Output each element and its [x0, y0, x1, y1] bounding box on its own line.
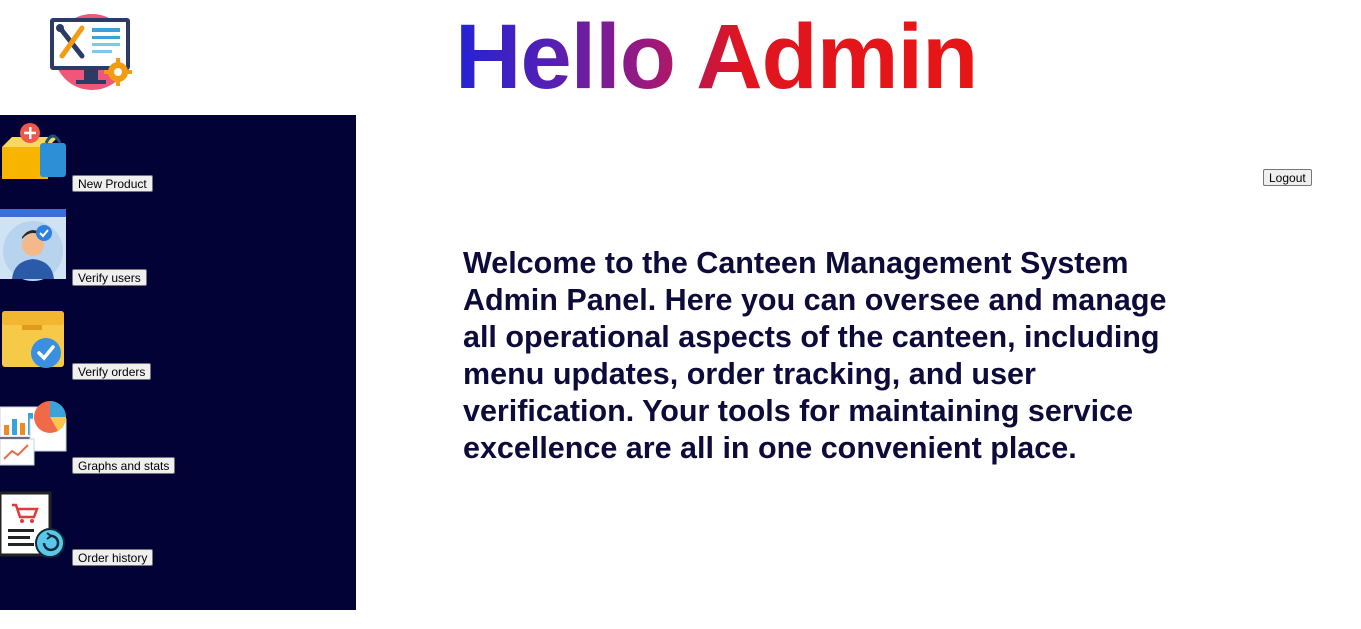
admin-tools-monitor-icon	[48, 12, 134, 92]
new-product-button[interactable]: New Product	[72, 175, 153, 192]
new-product-box-icon	[0, 121, 70, 193]
graphs-and-stats-button[interactable]: Graphs and stats	[72, 457, 176, 474]
graphs-stats-icon	[0, 399, 70, 471]
sidebar-item-graphs-stats: Graphs and stats	[0, 399, 356, 489]
verify-user-icon	[0, 209, 70, 281]
verify-order-box-icon	[0, 309, 70, 381]
welcome-message: Welcome to the Canteen Management System…	[463, 246, 1167, 465]
page-title: Hello Admin	[455, 2, 978, 112]
sidebar: New Product Verify users Verify orders G…	[0, 115, 356, 610]
verify-users-button[interactable]: Verify users	[72, 269, 147, 286]
logout-button[interactable]: Logout	[1263, 169, 1312, 186]
sidebar-item-order-history: Order history	[0, 491, 356, 581]
sidebar-item-new-product: New Product	[0, 121, 356, 211]
sidebar-item-verify-orders: Verify orders	[0, 309, 356, 399]
verify-orders-button[interactable]: Verify orders	[72, 363, 152, 380]
order-history-button[interactable]: Order history	[72, 549, 154, 566]
admin-page: Hello Admin New Product Verify users Ver…	[0, 0, 1361, 629]
order-history-icon	[0, 491, 70, 563]
sidebar-item-verify-users: Verify users	[0, 209, 356, 299]
